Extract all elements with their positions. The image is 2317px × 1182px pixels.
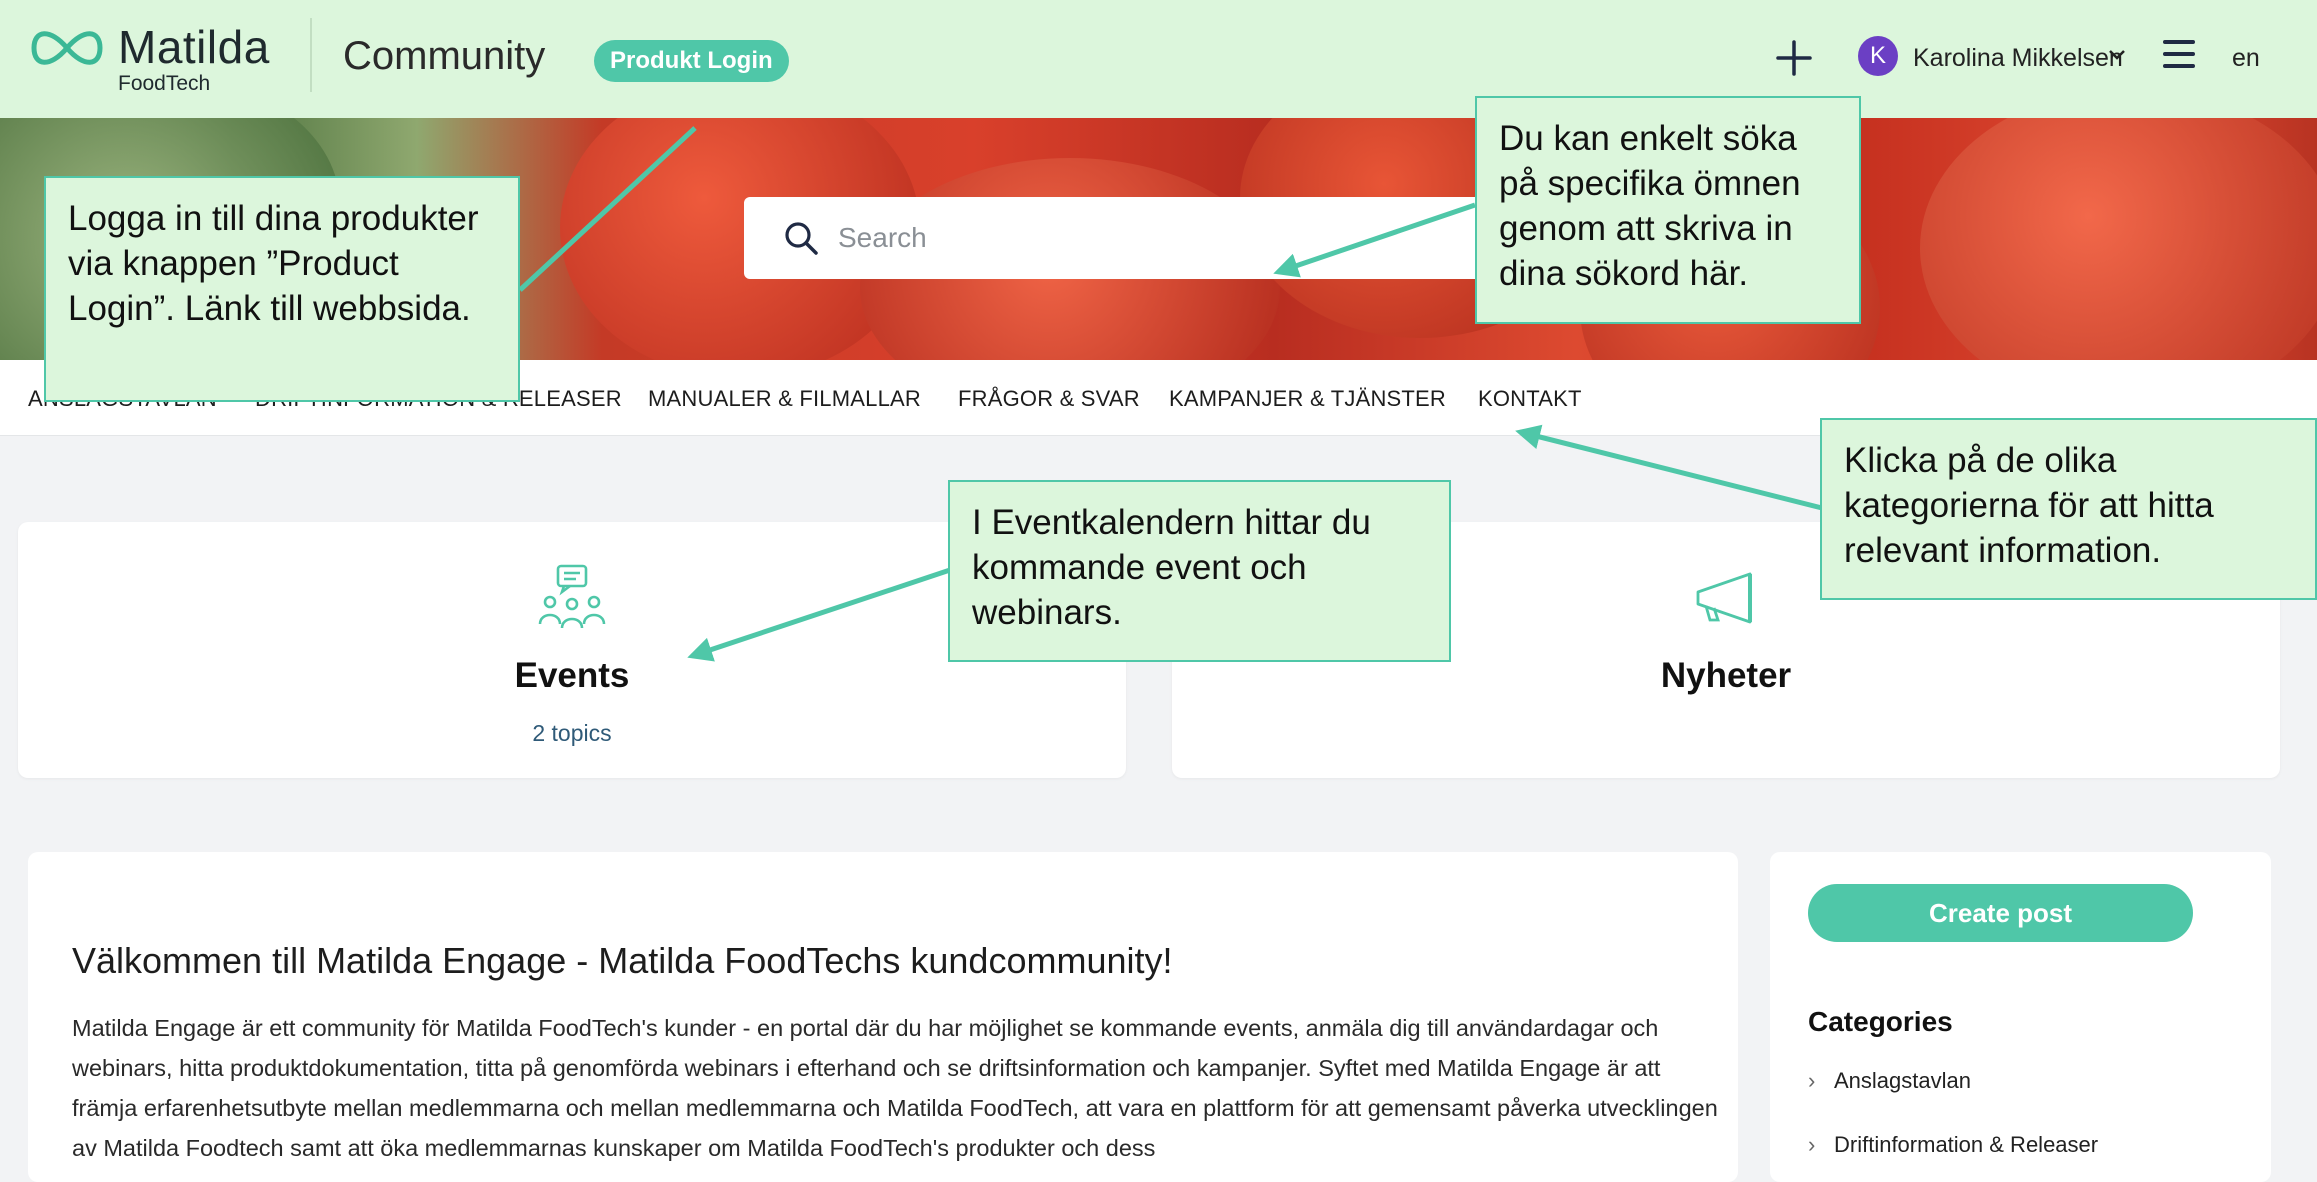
login-callout: Logga in till dina produkter via knappen… xyxy=(44,176,520,402)
hero-tomato xyxy=(1920,118,2317,360)
nav-item-kampanjer[interactable]: KAMPANJER & TJÄNSTER xyxy=(1169,386,1446,412)
megaphone-icon xyxy=(1696,572,1752,624)
language-selector[interactable]: en xyxy=(2232,44,2260,73)
logo-name: Matilda xyxy=(118,21,270,73)
plus-icon[interactable] xyxy=(1774,38,1814,78)
logo-subtitle: FoodTech xyxy=(118,72,211,95)
nyheter-title: Nyheter xyxy=(1660,656,1792,695)
chevron-right-icon: › xyxy=(1808,1132,1816,1157)
category-item-anslagstavlan[interactable]: › Anslagstavlan xyxy=(1808,1068,1971,1094)
community-title: Community xyxy=(343,34,546,78)
create-post-button[interactable]: Create post xyxy=(1808,884,2193,942)
welcome-title: Välkommen till Matilda Engage - Matilda … xyxy=(72,940,1173,981)
sidebar-card: Create post Categories › Anslagstavlan › D… xyxy=(1770,852,2271,1182)
search-box[interactable] xyxy=(744,197,1504,279)
header-divider xyxy=(310,18,312,92)
categories-callout: Klicka på de olika kategorierna för att … xyxy=(1820,418,2317,600)
search-input[interactable] xyxy=(836,215,1440,261)
nav-item-kontakt[interactable]: KONTAKT xyxy=(1478,386,1582,412)
user-name[interactable]: Karolina Mikkelsen xyxy=(1913,44,2123,73)
search-callout: Du kan enkelt söka på specifika ömnen ge… xyxy=(1475,96,1861,324)
events-callout: I Eventkalendern hittar du kommande even… xyxy=(948,480,1451,662)
logo-mark-icon xyxy=(31,31,103,65)
categories-title: Categories xyxy=(1808,1006,1953,1037)
people-chat-icon xyxy=(538,564,606,629)
matilda-foodtech-logo[interactable]: Matilda FoodTech xyxy=(28,16,278,96)
nav-item-fragor-svar[interactable]: FRÅGOR & SVAR xyxy=(958,386,1140,412)
welcome-card: Välkommen till Matilda Engage - Matilda … xyxy=(28,852,1738,1182)
search-icon xyxy=(785,222,818,255)
chevron-down-icon[interactable] xyxy=(2108,48,2126,62)
produkt-login-button[interactable]: Produkt Login xyxy=(594,40,789,82)
nav-item-manualer[interactable]: MANUALER & FILMALLAR xyxy=(648,386,921,412)
events-topics-count[interactable]: 2 topics xyxy=(18,720,1126,747)
avatar[interactable]: K xyxy=(1858,36,1898,76)
category-item-driftinformation[interactable]: › Driftinformation & Releaser xyxy=(1808,1132,2098,1158)
welcome-body: Matilda Engage är ett community för Mati… xyxy=(72,1015,1718,1161)
category-label: Anslagstavlan xyxy=(1834,1068,1971,1093)
categories-callout-arrow xyxy=(1515,424,1823,511)
chevron-right-icon: › xyxy=(1808,1068,1816,1093)
hamburger-menu-icon[interactable] xyxy=(2163,40,2195,74)
events-title: Events xyxy=(514,656,630,695)
top-header: Matilda FoodTech Community Produkt Login… xyxy=(0,0,2317,118)
category-label: Driftinformation & Releaser xyxy=(1834,1132,2099,1157)
